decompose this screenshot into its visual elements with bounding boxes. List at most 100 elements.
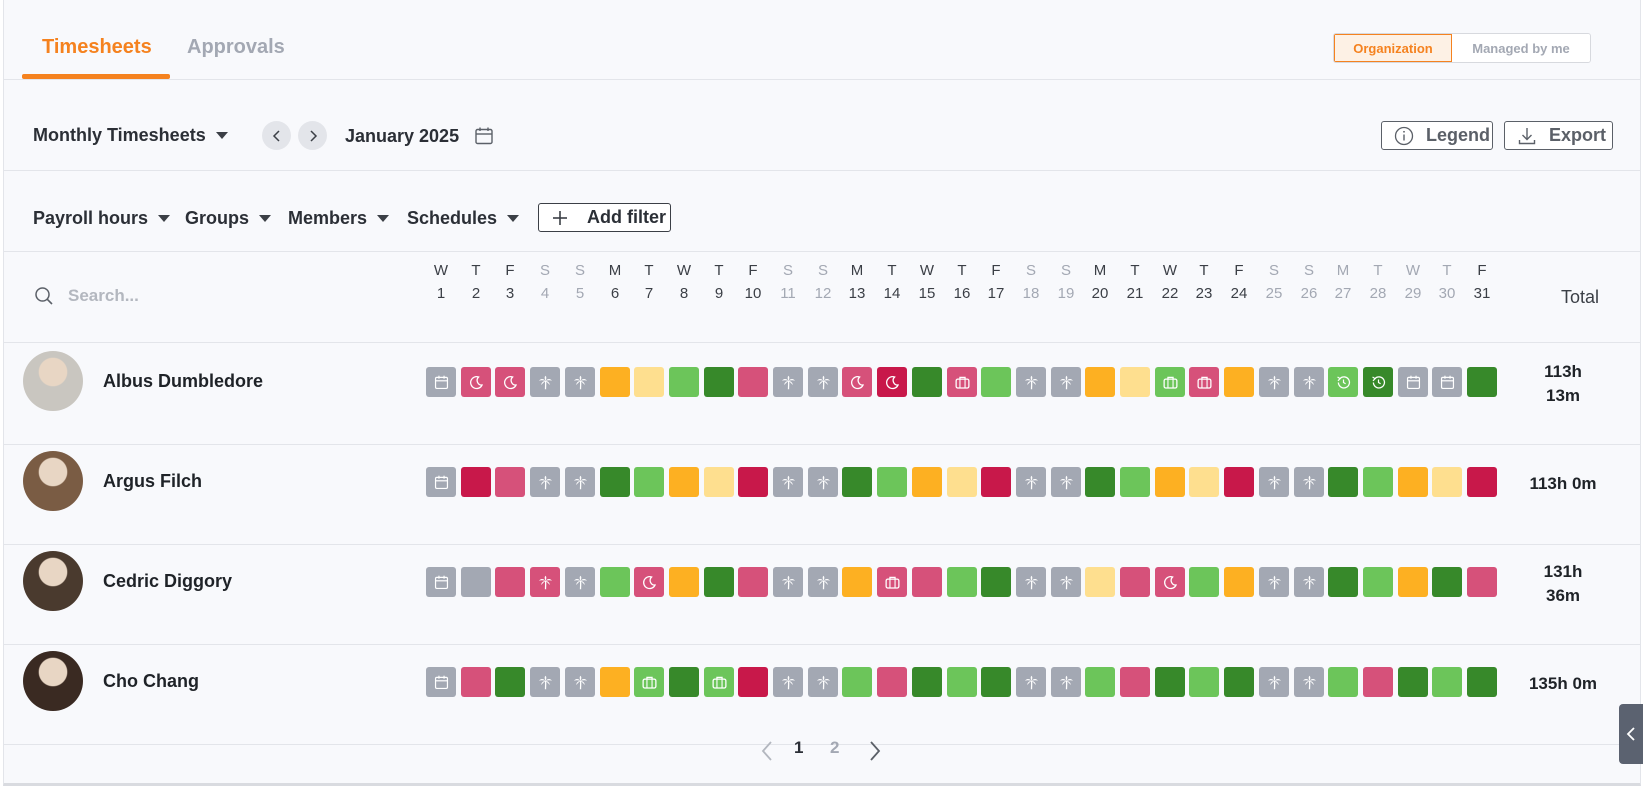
day-cell-26-palm[interactable] [1294, 567, 1324, 597]
day-cell-14[interactable] [877, 667, 907, 697]
day-cell-26-palm[interactable] [1294, 367, 1324, 397]
day-cell-23[interactable] [1189, 667, 1219, 697]
day-cell-30[interactable] [1432, 567, 1462, 597]
day-cell-30-calendar[interactable] [1432, 367, 1462, 397]
day-cell-1-calendar[interactable] [426, 367, 456, 397]
day-cell-31[interactable] [1467, 467, 1497, 497]
day-cell-24[interactable] [1224, 467, 1254, 497]
day-cell-29-calendar[interactable] [1398, 367, 1428, 397]
next-page-icon[interactable] [867, 740, 883, 762]
day-cell-27[interactable] [1328, 467, 1358, 497]
tab-timesheets[interactable]: Timesheets [42, 36, 152, 59]
day-cell-31[interactable] [1467, 567, 1497, 597]
day-cell-30[interactable] [1432, 467, 1462, 497]
day-cell-21[interactable] [1120, 467, 1150, 497]
prev-month-button[interactable] [262, 121, 291, 150]
day-cell-19-palm[interactable] [1051, 467, 1081, 497]
day-cell-20[interactable] [1085, 667, 1115, 697]
day-cell-14-suitcase[interactable] [877, 567, 907, 597]
day-cell-12-palm[interactable] [808, 367, 838, 397]
day-cell-18-palm[interactable] [1016, 567, 1046, 597]
day-cell-17[interactable] [981, 367, 1011, 397]
member-name[interactable]: Argus Filch [103, 471, 202, 492]
member-name[interactable]: Cho Chang [103, 671, 199, 692]
day-cell-2[interactable] [461, 467, 491, 497]
day-cell-23-suitcase[interactable] [1189, 367, 1219, 397]
payroll-hours-dropdown[interactable]: Payroll hours [33, 208, 171, 229]
day-cell-12-palm[interactable] [808, 567, 838, 597]
day-cell-19-palm[interactable] [1051, 567, 1081, 597]
day-cell-2[interactable] [461, 667, 491, 697]
day-cell-28[interactable] [1363, 567, 1393, 597]
day-cell-18-palm[interactable] [1016, 667, 1046, 697]
day-cell-28[interactable] [1363, 667, 1393, 697]
day-cell-8[interactable] [669, 667, 699, 697]
day-cell-10[interactable] [738, 667, 768, 697]
day-cell-20[interactable] [1085, 567, 1115, 597]
day-cell-19-palm[interactable] [1051, 367, 1081, 397]
day-cell-26-palm[interactable] [1294, 467, 1324, 497]
day-cell-27[interactable] [1328, 667, 1358, 697]
day-cell-4-palm[interactable] [530, 667, 560, 697]
day-cell-10[interactable] [738, 567, 768, 597]
day-cell-3[interactable] [495, 567, 525, 597]
day-cell-6[interactable] [600, 667, 630, 697]
day-cell-8[interactable] [669, 567, 699, 597]
prev-page-icon[interactable] [759, 740, 775, 762]
day-cell-17[interactable] [981, 667, 1011, 697]
day-cell-13[interactable] [842, 567, 872, 597]
schedules-dropdown[interactable]: Schedules [407, 208, 520, 229]
day-cell-23[interactable] [1189, 567, 1219, 597]
day-cell-5-palm[interactable] [565, 367, 595, 397]
day-cell-21[interactable] [1120, 567, 1150, 597]
member-row[interactable]: Cedric Diggory 131h 36m [4, 544, 1640, 645]
day-cell-1-calendar[interactable] [426, 567, 456, 597]
day-cell-9-suitcase[interactable] [704, 667, 734, 697]
day-cell-17[interactable] [981, 567, 1011, 597]
day-cell-1-calendar[interactable] [426, 667, 456, 697]
day-cell-4-palm[interactable] [530, 567, 560, 597]
next-month-button[interactable] [298, 121, 327, 150]
day-cell-3-moon[interactable] [495, 367, 525, 397]
day-cell-27[interactable] [1328, 567, 1358, 597]
day-cell-16[interactable] [947, 667, 977, 697]
day-cell-10[interactable] [738, 367, 768, 397]
day-cell-11-palm[interactable] [773, 667, 803, 697]
groups-dropdown[interactable]: Groups [185, 208, 272, 229]
day-cell-7[interactable] [634, 367, 664, 397]
day-cell-5-palm[interactable] [565, 567, 595, 597]
day-cell-28[interactable] [1363, 467, 1393, 497]
day-cell-31[interactable] [1467, 667, 1497, 697]
day-cell-11-palm[interactable] [773, 367, 803, 397]
day-cell-22[interactable] [1155, 467, 1185, 497]
day-cell-20[interactable] [1085, 467, 1115, 497]
day-cell-14[interactable] [877, 467, 907, 497]
day-cell-14-moon[interactable] [877, 367, 907, 397]
day-cell-11-palm[interactable] [773, 567, 803, 597]
day-cell-25-palm[interactable] [1259, 367, 1289, 397]
day-cell-21[interactable] [1120, 667, 1150, 697]
tab-approvals[interactable]: Approvals [187, 36, 285, 59]
day-cell-24[interactable] [1224, 567, 1254, 597]
day-cell-15[interactable] [912, 567, 942, 597]
member-row[interactable]: Argus Filch 113h 0m [4, 444, 1640, 545]
day-cell-15[interactable] [912, 667, 942, 697]
export-button[interactable]: Export [1504, 121, 1613, 150]
legend-button[interactable]: Legend [1381, 121, 1493, 150]
day-cell-10[interactable] [738, 467, 768, 497]
day-cell-22-suitcase[interactable] [1155, 367, 1185, 397]
day-cell-8[interactable] [669, 367, 699, 397]
day-cell-2-moon[interactable] [461, 367, 491, 397]
day-cell-24[interactable] [1224, 667, 1254, 697]
day-cell-6[interactable] [600, 567, 630, 597]
view-dropdown[interactable]: Monthly Timesheets [33, 125, 228, 146]
calendar-icon[interactable] [474, 126, 494, 146]
day-cell-6[interactable] [600, 467, 630, 497]
managed-by-me-toggle-button[interactable]: Managed by me [1452, 34, 1590, 62]
day-cell-2[interactable] [461, 567, 491, 597]
member-row[interactable]: Albus Dumbledore 113h 13m [4, 344, 1640, 445]
page-1-link[interactable]: 1 [794, 738, 803, 758]
day-cell-5-palm[interactable] [565, 667, 595, 697]
day-cell-15[interactable] [912, 367, 942, 397]
day-cell-7-moon[interactable] [634, 567, 664, 597]
